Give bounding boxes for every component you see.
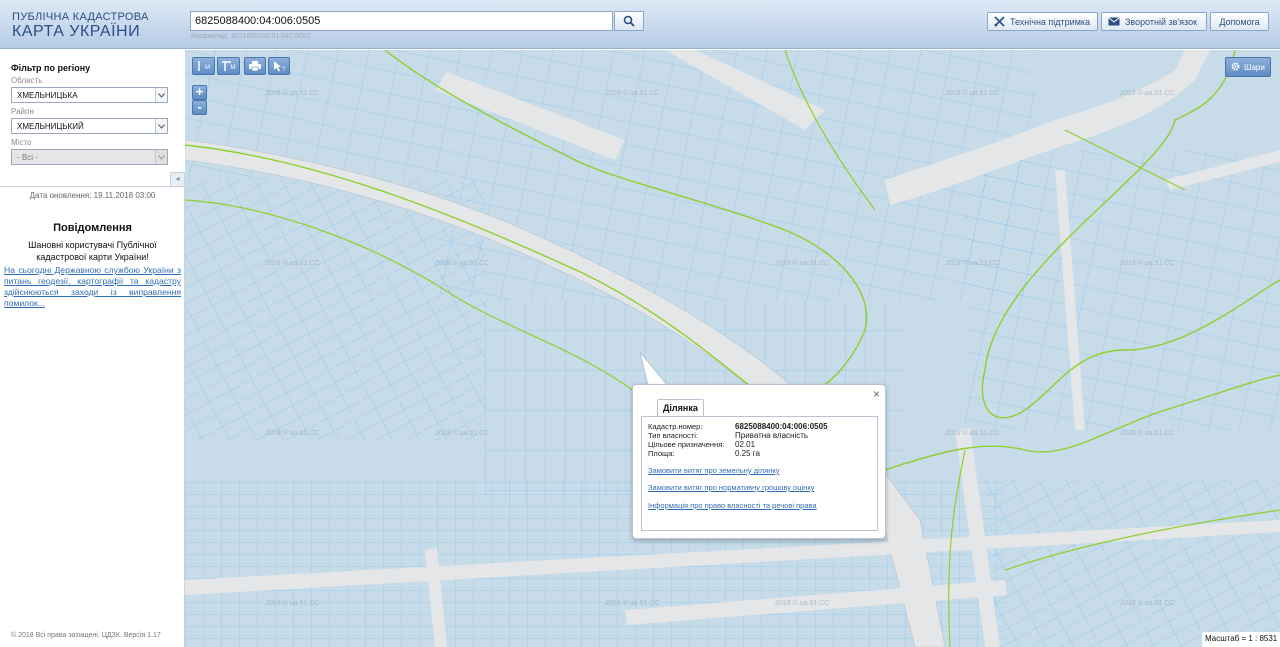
measure-distance-button[interactable]: M [192,57,215,75]
watermark: 2018 © ua.51.CC [945,430,1000,437]
parcel-info-popup: × Ділянка Кадастр.номер: 6825088400:04:00… [632,384,886,539]
search-button[interactable] [614,11,644,31]
collapse-sidebar-button[interactable]: ◄ [170,172,185,187]
misto-select[interactable]: - Всі - [11,149,168,165]
watermark: 2018 © ua.51.CC [265,430,320,437]
cursor-help-icon: ? [273,60,286,72]
watermark: 2018 © ua.51.CC [265,90,320,97]
watermark: 2018 © ua.51.CC [1120,430,1175,437]
info-key: Кадастр.номер: [648,422,703,431]
watermark: 2018 © ua.51.CC [605,90,660,97]
tools-icon [994,16,1005,27]
brand-line-1: ПУБЛІЧНА КАДАСТРОВА [12,11,149,23]
info-row: Цільове призначення: 02.01 [648,440,755,449]
header-bar: ПУБЛІЧНА КАДАСТРОВА КАРТА УКРАЇНИ Наприк… [0,0,1280,49]
ownership-info-link[interactable]: Інформація про право власності та речові… [648,501,817,510]
info-row: Кадастр.номер: 6825088400:04:006:0505 [648,422,828,431]
chevron-down-icon [155,150,167,164]
info-key: Цільове призначення: [648,440,725,449]
help-button[interactable]: Допомога [1210,12,1269,31]
info-row: Тип власності: Приватна власність [648,431,808,440]
watermark: 2018 © ua.51.CC [435,260,490,267]
ruler-icon: M [197,61,210,71]
copyright-text: © 2018 Всі права захищені. ЦДЗК. Версія … [11,632,161,639]
search-box: Наприклад: 3221655100:01:047:0052 [190,11,644,40]
watermark: 2018 © ua.51.CC [945,260,1000,267]
info-value: Приватна власність [735,431,809,440]
sidebar: Фільтр по регіону Область ХМЕЛЬНИЦЬКА Ра… [0,50,185,647]
watermark: 2018 © ua.51.CC [435,430,490,437]
watermark: 2018 © ua.51.CC [265,600,320,607]
watermark: 2018 © ua.51.CC [1120,600,1175,607]
support-label: Технічна підтримка [1010,16,1091,27]
chevron-down-icon [155,88,167,102]
info-key: Тип власності: [648,431,698,440]
watermark: 2018 © ua.51.CC [1120,90,1175,97]
area-icon: M [221,61,236,71]
message-title: Повідомлення [53,222,132,234]
envelope-icon [1108,17,1120,26]
support-button[interactable]: Технічна підтримка [987,12,1098,31]
identify-button[interactable]: ? [268,57,290,75]
site-logo[interactable]: ПУБЛІЧНА КАДАСТРОВА КАРТА УКРАЇНИ [12,11,149,40]
misto-value: - Всі - [17,153,38,162]
misto-label: Місто [11,138,32,147]
layers-button[interactable]: Шари [1225,57,1271,77]
close-icon[interactable]: × [873,387,880,401]
help-label: Допомога [1219,16,1260,27]
update-date: Дата оновлення: 19.11.2018 03:00 [29,191,156,200]
chevron-left-icon: ◄ [174,176,181,183]
measure-area-button[interactable]: M [217,57,240,75]
layers-label: Шари [1244,62,1265,72]
info-value: 02.01 [735,440,756,449]
oblast-label: Область [11,76,43,85]
area-unit-label: M [230,65,236,71]
message-greeting: Шановні користувачі Публічної кадастрово… [28,240,157,262]
search-input[interactable] [190,11,613,31]
printer-icon [249,61,261,71]
oblast-value: ХМЕЛЬНИЦЬКА [17,91,78,100]
watermark: 2018 © ua.51.CC [1120,260,1175,267]
filter-title: Фільтр по регіону [11,63,91,73]
search-example-hint: Наприклад: 3221655100:01:047:0052 [191,33,311,40]
zoom-out-button[interactable]: - [192,100,207,115]
map-scale: Масштаб = 1 : 8531 [1202,632,1280,647]
svg-text:?: ? [282,67,286,72]
order-parcel-extract-link[interactable]: Замовити витяг про земельну ділянку [648,466,780,475]
tab-parcel[interactable]: Ділянка [657,399,704,417]
ruler-unit-label: M [205,65,210,71]
watermark: 2018 © ua.51.CC [945,90,1000,97]
gear-icon [1231,62,1240,73]
popup-pointer [639,352,670,387]
brand-line-2: КАРТА УКРАЇНИ [12,23,141,40]
map-canvas[interactable] [185,50,1280,647]
search-icon [623,15,635,27]
watermark: 2018 © ua.51.CC [605,600,660,607]
rayon-select[interactable]: ХМЕЛЬНИЦЬКИЙ [11,118,168,134]
chevron-down-icon [155,119,167,133]
rayon-label: Район [11,107,34,116]
watermark: 2018 © ua.51.CC [265,260,320,267]
region-filter-panel: Фільтр по регіону Область ХМЕЛЬНИЦЬКА Ра… [0,50,185,187]
info-row: Площа: 0.25 га [648,449,760,458]
cadastral-map[interactable]: 2018 © ua.51.CC 2018 © ua.51.CC 2018 © u… [185,50,1280,647]
rayon-value: ХМЕЛЬНИЦЬКИЙ [17,122,84,131]
order-valuation-extract-link[interactable]: Замовити витяг про нормативну грошову оц… [648,483,814,492]
watermark: 2018 © ua.51.CC [775,600,830,607]
app-window: ПУБЛІЧНА КАДАСТРОВА КАРТА УКРАЇНИ Наприк… [0,0,1280,647]
info-value: 6825088400:04:006:0505 [735,422,828,431]
info-value: 0.25 га [735,449,760,458]
feedback-button[interactable]: Зворотній зв'язок [1101,12,1207,31]
message-link[interactable]: На сьогодні Державною службою України з … [4,265,181,309]
print-button[interactable] [244,57,266,75]
popup-content: Кадастр.номер: 6825088400:04:006:0505 Тип… [641,416,878,531]
zoom-in-button[interactable]: + [192,85,207,100]
feedback-label: Зворотній зв'язок [1125,16,1198,27]
oblast-select[interactable]: ХМЕЛЬНИЦЬКА [11,87,168,103]
info-key: Площа: [648,449,675,458]
watermark: 2018 © ua.51.CC [775,260,830,267]
